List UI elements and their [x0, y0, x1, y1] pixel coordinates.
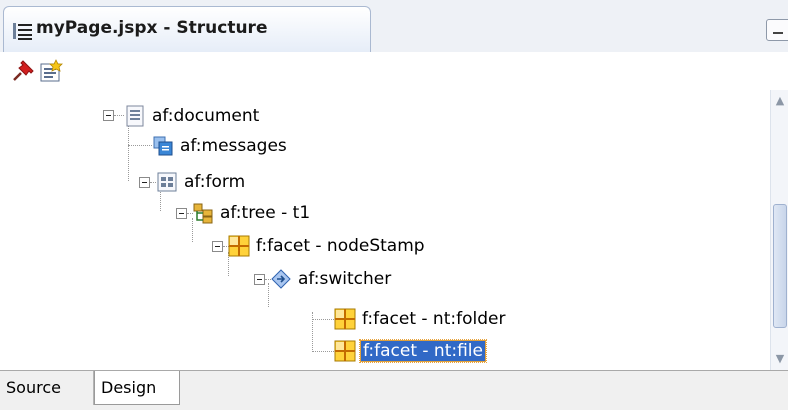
tree-icon: [192, 202, 214, 224]
tree-connector: [312, 319, 334, 320]
document-icon: [124, 105, 146, 127]
scroll-down-icon[interactable]: ▼: [773, 352, 787, 366]
panel-tab-strip: myPage.jspx - Structure: [0, 0, 788, 53]
tree-node-label: af:document: [152, 106, 260, 126]
collapse-toggle[interactable]: [139, 177, 150, 188]
tree-node-label: af:tree - t1: [220, 203, 311, 223]
collapse-toggle[interactable]: [254, 274, 265, 285]
structure-tree: af:document af:messages af:form af:tree …: [0, 90, 770, 370]
facet-icon: [334, 340, 356, 362]
vertical-scrollbar[interactable]: ▲ ▼: [770, 90, 788, 370]
tree-node-af-switcher[interactable]: af:switcher: [270, 264, 391, 294]
editor-mode-tabs: Source Design: [0, 370, 788, 410]
tree-node-facet-folder[interactable]: f:facet - nt:folder: [334, 304, 505, 334]
collapse-toggle[interactable]: [176, 208, 187, 219]
tree-connector: [312, 351, 334, 352]
tree-connector: [312, 312, 313, 352]
tree-connector: [114, 115, 124, 116]
tree-node-af-tree[interactable]: af:tree - t1: [192, 198, 310, 228]
messages-icon: [152, 135, 174, 157]
tree-node-af-document[interactable]: af:document: [124, 101, 259, 131]
tab-source[interactable]: Source: [0, 371, 94, 405]
new-view-icon[interactable]: [38, 58, 64, 84]
tree-node-label: af:switcher: [298, 269, 392, 289]
tree-connector: [128, 145, 129, 181]
tree-node-label: af:messages: [180, 136, 287, 156]
tab-title: myPage.jspx - Structure: [36, 18, 268, 38]
tree-node-facet-file[interactable]: f:facet - nt:file: [334, 336, 487, 366]
tree-node-af-messages[interactable]: af:messages: [152, 131, 287, 161]
tree-node-facet-nodestamp[interactable]: f:facet - nodeStamp: [228, 231, 425, 261]
facet-icon: [334, 308, 356, 330]
switcher-icon: [270, 268, 292, 290]
facet-icon: [228, 235, 250, 257]
pushpin-icon[interactable]: [10, 58, 36, 84]
tree-node-label: af:form: [184, 172, 246, 192]
tab-design[interactable]: Design: [94, 371, 180, 405]
form-icon: [156, 171, 178, 193]
scrollbar-thumb[interactable]: [773, 204, 787, 328]
tree-node-label-selected: f:facet - nt:file: [359, 339, 487, 363]
tree-node-label: f:facet - nt:folder: [362, 309, 506, 329]
collapse-toggle[interactable]: [103, 110, 114, 121]
tab-structure[interactable]: myPage.jspx - Structure: [3, 6, 371, 52]
minimize-icon[interactable]: [766, 19, 788, 41]
toolbar: [0, 52, 788, 91]
structure-list-icon: [12, 21, 34, 41]
tree-node-label: f:facet - nodeStamp: [256, 236, 425, 256]
scroll-up-icon[interactable]: ▲: [773, 94, 787, 108]
tree-node-af-form[interactable]: af:form: [156, 167, 245, 197]
tree-connector: [128, 145, 152, 146]
collapse-toggle[interactable]: [212, 241, 223, 252]
tree-connector: [268, 283, 269, 307]
